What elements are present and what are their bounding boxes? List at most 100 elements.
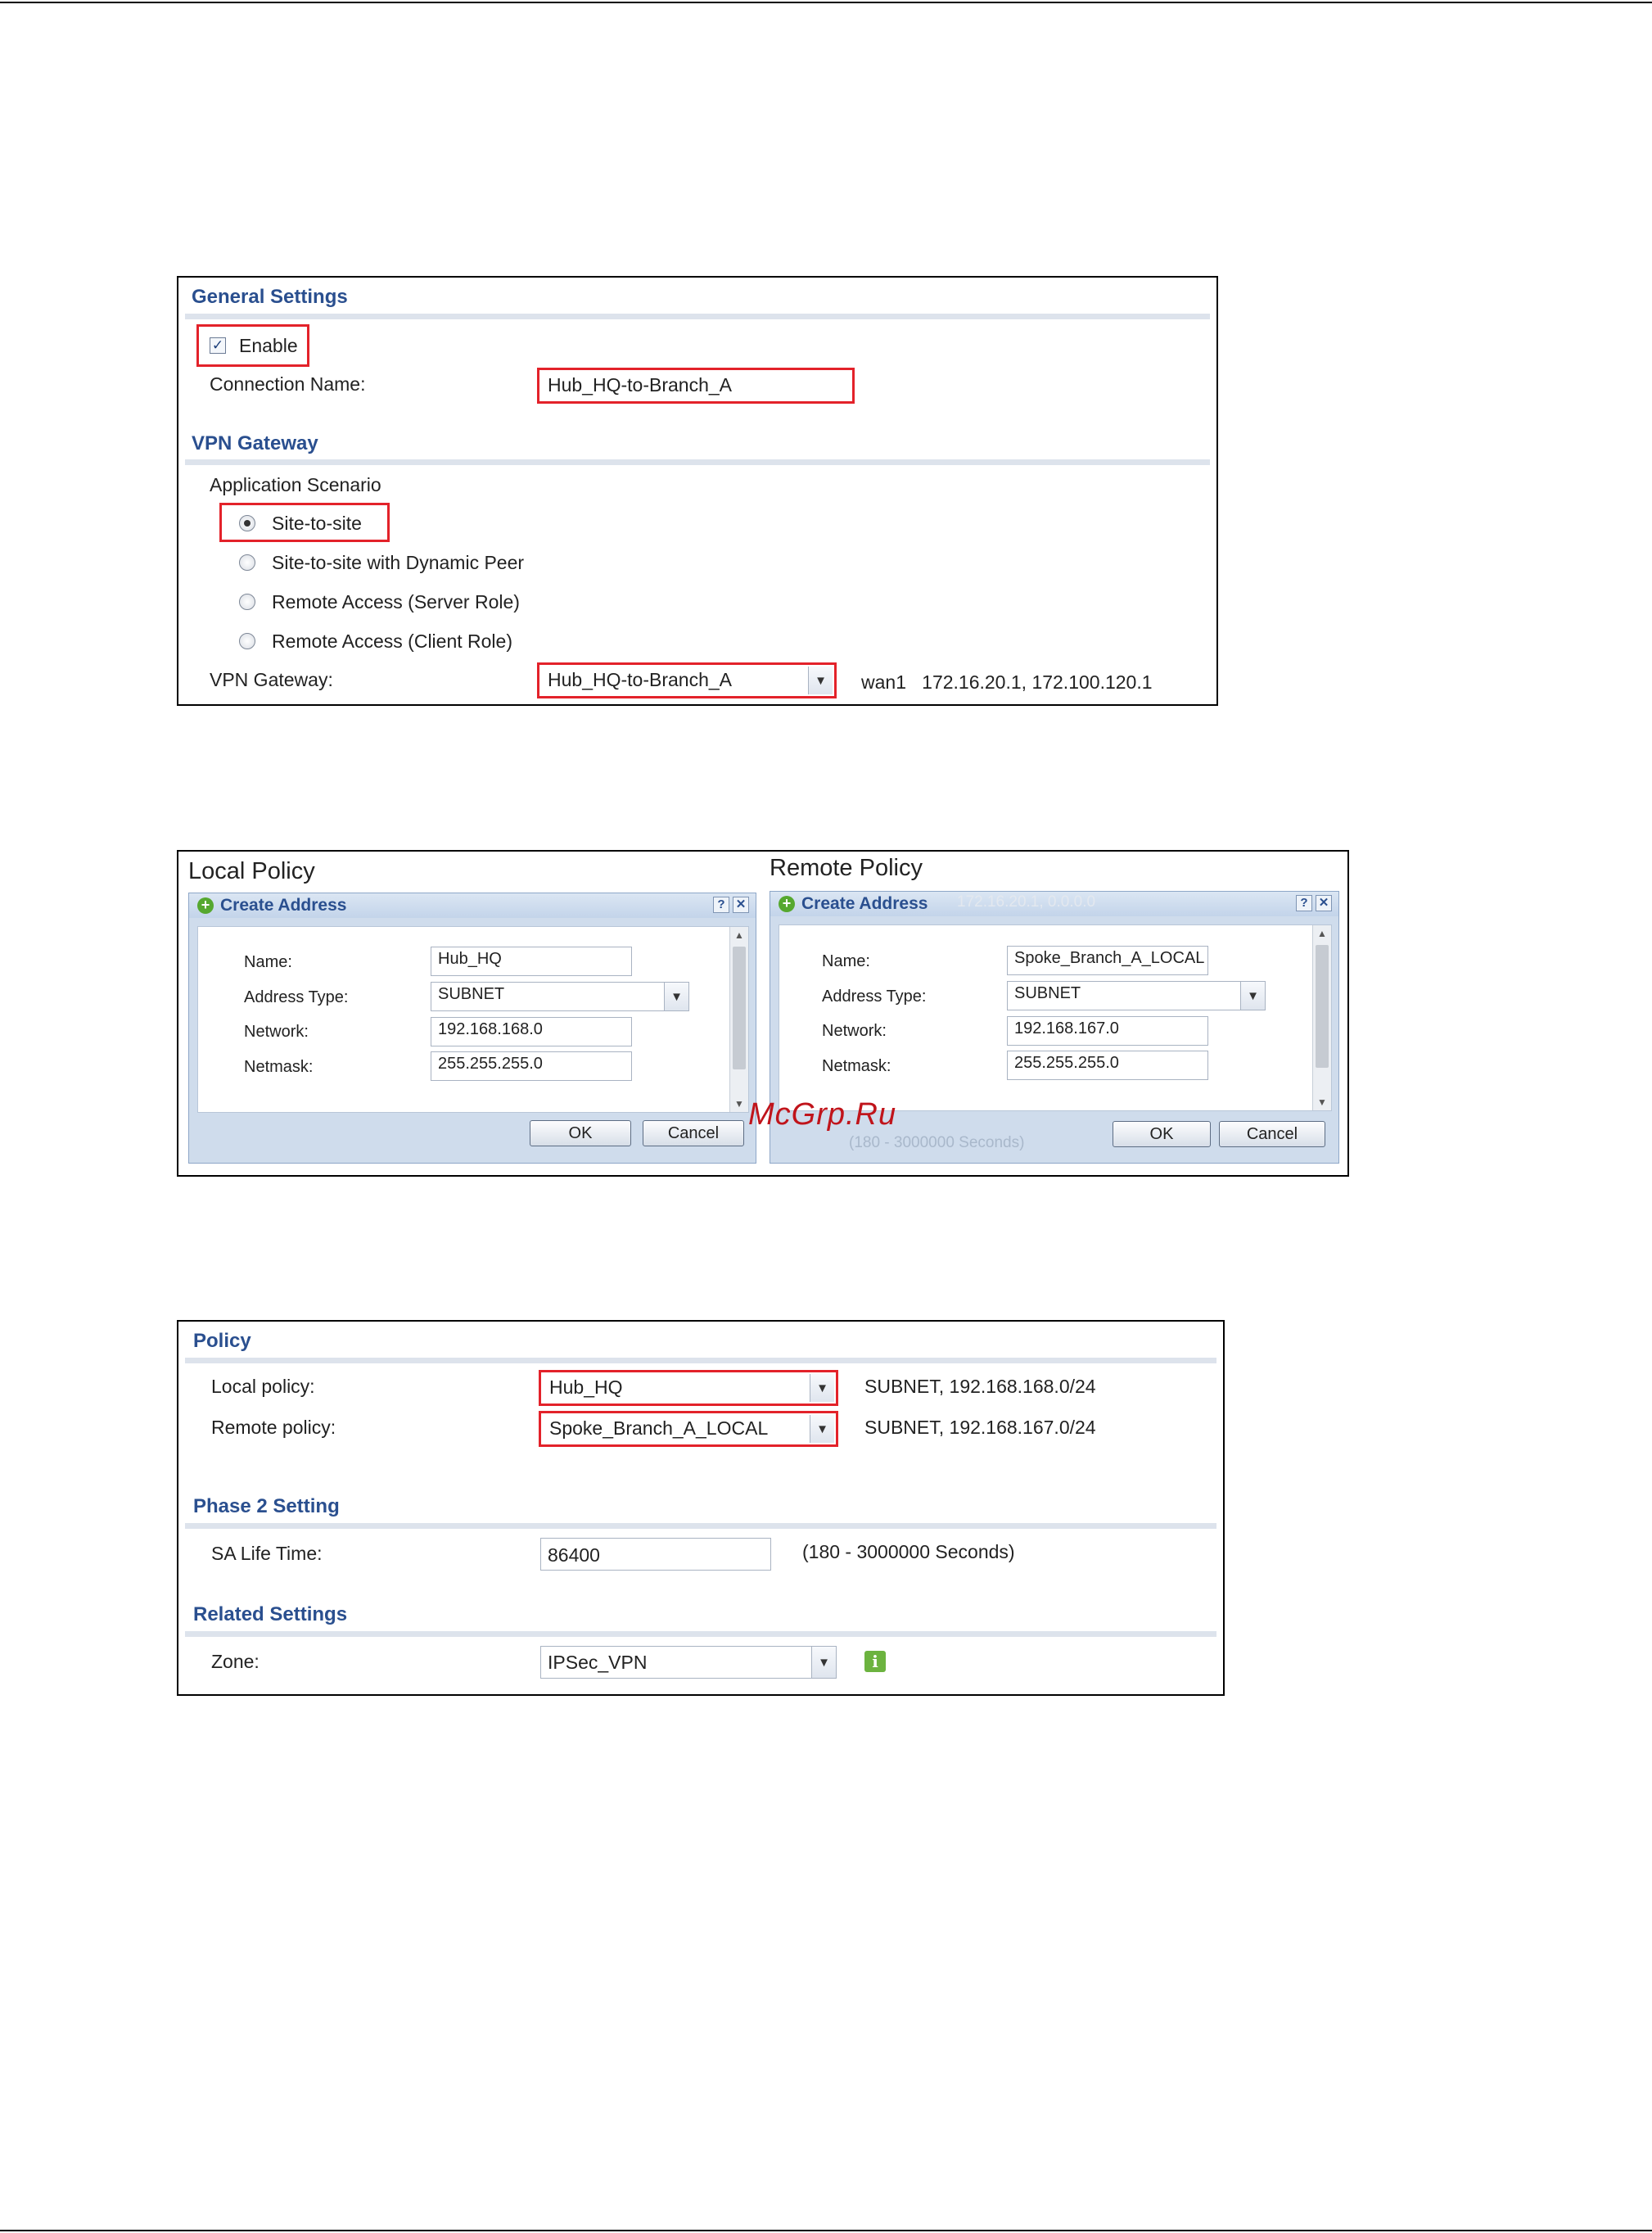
close-icon[interactable]: ✕ xyxy=(733,897,749,913)
local-policy-select[interactable]: Hub_HQ ▼ xyxy=(543,1374,834,1402)
site-to-site-dynamic-peer-radio[interactable] xyxy=(239,554,255,571)
remote-policy-caption: Remote Policy xyxy=(770,855,923,881)
netmask-label: Netmask: xyxy=(244,1058,314,1076)
sa-life-time-input[interactable]: 86400 xyxy=(540,1538,771,1571)
help-icon[interactable]: ? xyxy=(1296,895,1312,911)
site-to-site-label: Site-to-site xyxy=(272,513,362,534)
cancel-button[interactable]: Cancel xyxy=(1219,1121,1325,1147)
network-label: Network: xyxy=(244,1023,309,1041)
chevron-down-icon[interactable]: ▼ xyxy=(1240,982,1265,1010)
address-type-value: SUBNET xyxy=(438,985,505,1003)
info-icon[interactable]: i xyxy=(864,1651,886,1672)
local-policy-caption: Local Policy xyxy=(188,858,315,884)
local-create-address-dialog: + Create Address ? ✕ Name: Hub_HQ Addres… xyxy=(188,893,756,1164)
netmask-input[interactable]: 255.255.255.0 xyxy=(431,1051,632,1081)
remote-policy-info: SUBNET, 192.168.167.0/24 xyxy=(864,1417,1096,1438)
related-settings-title: Related Settings xyxy=(193,1603,348,1625)
vpn-gateway-select[interactable]: Hub_HQ-to-Branch_A ▼ xyxy=(541,667,833,694)
vpn-gateway-label: VPN Gateway: xyxy=(210,669,333,690)
dialog-scrollbar[interactable]: ▲ ▼ xyxy=(1312,925,1331,1110)
close-icon[interactable]: ✕ xyxy=(1316,895,1332,911)
remote-policy-select[interactable]: Spoke_Branch_A_LOCAL ▼ xyxy=(543,1415,834,1443)
zone-value: IPSec_VPN xyxy=(548,1652,648,1673)
scrollbar-thumb[interactable] xyxy=(733,947,746,1069)
phase2-title: Phase 2 Setting xyxy=(193,1495,340,1517)
cancel-button[interactable]: Cancel xyxy=(643,1120,744,1146)
netmask-input[interactable]: 255.255.255.0 xyxy=(1007,1051,1208,1080)
address-type-select[interactable]: SUBNET ▼ xyxy=(1007,981,1266,1010)
chevron-down-icon[interactable]: ▼ xyxy=(810,1374,834,1402)
network-label: Network: xyxy=(822,1022,887,1040)
site-to-site-radio[interactable] xyxy=(239,515,255,531)
remote-access-client-label: Remote Access (Client Role) xyxy=(272,631,512,652)
zone-select[interactable]: IPSec_VPN ▼ xyxy=(540,1646,837,1679)
name-input[interactable]: Hub_HQ xyxy=(431,947,632,976)
local-policy-value: Hub_HQ xyxy=(549,1376,623,1398)
vpn-connection-panel: General Settings ✓ Enable Connection Nam… xyxy=(177,276,1218,706)
netmask-label: Netmask: xyxy=(822,1057,891,1075)
section-divider xyxy=(185,459,1210,465)
remote-policy-value: Spoke_Branch_A_LOCAL xyxy=(549,1417,769,1439)
ok-button[interactable]: OK xyxy=(1113,1121,1211,1147)
vpn-gateway-info: wan1 172.16.20.1, 172.100.120.1 xyxy=(861,671,1153,693)
site-to-site-dynamic-peer-label: Site-to-site with Dynamic Peer xyxy=(272,552,525,573)
ghost-background-text: 172.16.20.1, 0.0.0.0 xyxy=(957,893,1096,911)
bottom-rule xyxy=(0,2230,1652,2231)
dialog-title: Create Address xyxy=(220,896,347,915)
chevron-down-icon[interactable]: ▼ xyxy=(664,983,688,1010)
section-divider xyxy=(185,1631,1216,1637)
scroll-down-icon[interactable]: ▼ xyxy=(730,1096,748,1112)
remote-access-server-label: Remote Access (Server Role) xyxy=(272,591,520,612)
local-policy-label: Local policy: xyxy=(211,1376,315,1397)
chevron-down-icon[interactable]: ▼ xyxy=(810,1415,834,1443)
network-input[interactable]: 192.168.167.0 xyxy=(1007,1016,1208,1046)
vpn-gateway-value: Hub_HQ-to-Branch_A xyxy=(548,669,732,690)
scroll-up-icon[interactable]: ▲ xyxy=(730,927,748,943)
chevron-down-icon[interactable]: ▼ xyxy=(808,667,833,694)
application-scenario-label: Application Scenario xyxy=(210,474,381,495)
remote-access-client-radio[interactable] xyxy=(239,633,255,649)
remote-access-server-radio[interactable] xyxy=(239,594,255,610)
network-input[interactable]: 192.168.168.0 xyxy=(431,1017,632,1046)
connection-name-input[interactable]: Hub_HQ-to-Branch_A xyxy=(541,372,851,400)
address-type-label: Address Type: xyxy=(244,988,349,1006)
dialog-scrollbar[interactable]: ▲ ▼ xyxy=(729,927,748,1112)
dialog-header: + Create Address ? ✕ xyxy=(189,893,756,918)
watermark: McGrp.Ru xyxy=(748,1097,897,1132)
vpn-gateway-title: VPN Gateway xyxy=(192,432,318,454)
address-type-select[interactable]: SUBNET ▼ xyxy=(431,982,689,1011)
ghost-background-text: (180 - 3000000 Seconds) xyxy=(849,1134,1025,1151)
enable-label: Enable xyxy=(239,335,298,356)
top-rule xyxy=(0,2,1652,3)
ok-button[interactable]: OK xyxy=(530,1120,631,1146)
section-divider xyxy=(185,1358,1216,1363)
dialog-body: Name: Spoke_Branch_A_LOCAL Address Type:… xyxy=(779,924,1332,1111)
section-divider xyxy=(185,1523,1216,1529)
add-icon: + xyxy=(197,897,214,914)
policy-dialogs-panel: Local Policy Remote Policy + Create Addr… xyxy=(177,850,1349,1177)
scroll-up-icon[interactable]: ▲ xyxy=(1313,925,1331,942)
connection-name-label: Connection Name: xyxy=(210,373,366,395)
policy-title: Policy xyxy=(193,1330,251,1352)
help-icon[interactable]: ? xyxy=(713,897,729,913)
dialog-body: Name: Hub_HQ Address Type: SUBNET ▼ Netw… xyxy=(197,926,749,1113)
name-label: Name: xyxy=(244,953,292,971)
scrollbar-thumb[interactable] xyxy=(1316,945,1329,1068)
local-policy-info: SUBNET, 192.168.168.0/24 xyxy=(864,1376,1096,1397)
chevron-down-icon[interactable]: ▼ xyxy=(811,1647,836,1678)
sa-life-time-hint: (180 - 3000000 Seconds) xyxy=(802,1541,1015,1562)
scroll-down-icon[interactable]: ▼ xyxy=(1313,1094,1331,1110)
name-input[interactable]: Spoke_Branch_A_LOCAL xyxy=(1007,946,1208,975)
general-settings-title: General Settings xyxy=(192,286,348,308)
dialog-header: + Create Address 172.16.20.1, 0.0.0.0 ? … xyxy=(770,892,1338,916)
dialog-title: Create Address xyxy=(801,894,928,913)
remote-policy-label: Remote policy: xyxy=(211,1417,336,1438)
address-type-value: SUBNET xyxy=(1014,984,1081,1002)
enable-checkbox[interactable]: ✓ xyxy=(210,337,226,354)
name-label: Name: xyxy=(822,952,870,970)
address-type-label: Address Type: xyxy=(822,988,927,1006)
zone-label: Zone: xyxy=(211,1651,260,1672)
add-icon: + xyxy=(779,896,795,912)
section-divider xyxy=(185,314,1210,319)
sa-life-time-label: SA Life Time: xyxy=(211,1543,323,1564)
